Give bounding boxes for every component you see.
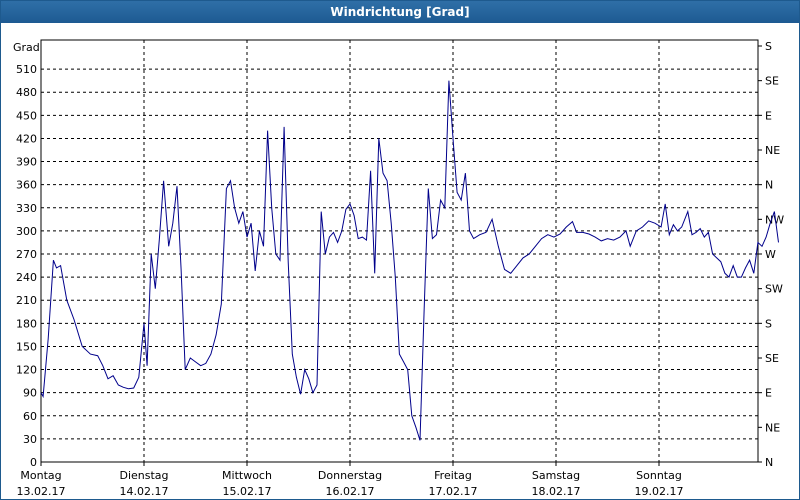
- x-date-label: 13.02.17: [17, 485, 66, 498]
- y-tick-label: 90: [23, 387, 37, 400]
- right-axis-label: E: [765, 387, 772, 400]
- x-day-label: Sonntag: [636, 469, 682, 482]
- y-tick-label: 60: [23, 410, 37, 423]
- right-axis-label: S: [765, 317, 772, 330]
- y-tick-label: 420: [16, 132, 37, 145]
- series-line: [40, 80, 779, 441]
- x-day-label: Montag: [20, 469, 61, 482]
- y-tick-label: 450: [16, 109, 37, 122]
- y-tick-label: 330: [16, 202, 37, 215]
- y-tick-label: 0: [30, 456, 37, 469]
- y-tick-label: 30: [23, 433, 37, 446]
- right-axis-label: SE: [765, 352, 779, 365]
- x-day-label: Freitag: [434, 469, 472, 482]
- right-axis-label: N: [765, 179, 773, 192]
- x-day-label: Samstag: [532, 469, 580, 482]
- right-axis-label: SE: [765, 75, 779, 88]
- x-date-label: 15.02.17: [223, 485, 272, 498]
- right-axis-label: E: [765, 109, 772, 122]
- right-axis-label: N: [765, 456, 773, 469]
- x-day-label: Donnerstag: [318, 469, 382, 482]
- y-tick-label: 390: [16, 156, 37, 169]
- y-tick-label: 510: [16, 63, 37, 76]
- y-tick-label: 270: [16, 248, 37, 261]
- x-date-label: 17.02.17: [429, 485, 478, 498]
- y-tick-label: 120: [16, 364, 37, 377]
- y-tick-label: 480: [16, 86, 37, 99]
- y-tick-label: 150: [16, 340, 37, 353]
- y-tick-label: 300: [16, 225, 37, 238]
- y-tick-label: 360: [16, 179, 37, 192]
- x-date-label: 14.02.17: [120, 485, 169, 498]
- x-day-label: Dienstag: [119, 469, 168, 482]
- x-date-label: 16.02.17: [326, 485, 375, 498]
- x-day-label: Mittwoch: [222, 469, 272, 482]
- right-axis-label: NE: [765, 144, 780, 157]
- y-tick-label: 210: [16, 294, 37, 307]
- y-axis-label: Grad: [13, 41, 40, 54]
- right-axis-label: W: [765, 248, 776, 261]
- y-tick-label: 180: [16, 317, 37, 330]
- y-tick-label: 240: [16, 271, 37, 284]
- plot-area-border: [40, 39, 759, 463]
- x-date-label: 19.02.17: [635, 485, 684, 498]
- right-axis-label: S: [765, 40, 772, 53]
- right-axis-label: NE: [765, 421, 780, 434]
- x-date-label: 18.02.17: [532, 485, 581, 498]
- right-axis-label: SW: [765, 283, 783, 296]
- chart-window: Windrichtung [Grad] 0 30 60 90 120 150 180 210 2…: [0, 0, 800, 500]
- chart-svg: 0 30 60 90 120 150 180 210 240 270 300 330 360 390 420…: [13, 39, 784, 498]
